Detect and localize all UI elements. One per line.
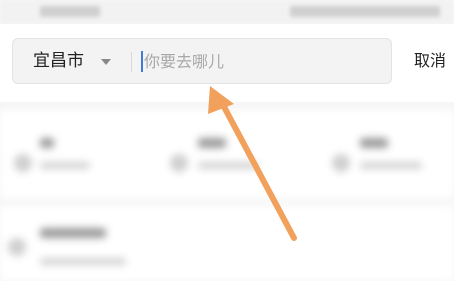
arrow-annotation	[208, 86, 297, 241]
